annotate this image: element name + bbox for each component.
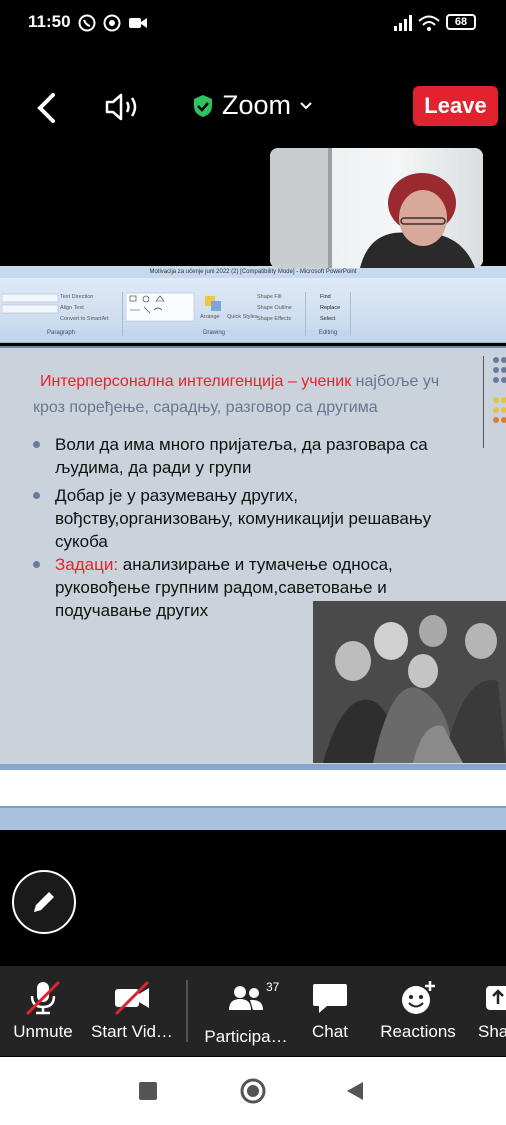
speaker-icon[interactable]	[104, 93, 140, 121]
ppt-status-bar	[0, 806, 506, 830]
android-nav-bar	[0, 1057, 506, 1125]
reactions-icon	[402, 981, 435, 1014]
ribbon-group-editing: Find Replace Select Editing	[306, 292, 351, 336]
quick-styles-label[interactable]: Quick Styles	[227, 314, 258, 320]
share-button[interactable]: Sha	[478, 966, 506, 1056]
unmute-label: Unmute	[13, 1022, 73, 1041]
unmute-button[interactable]: Unmute	[4, 966, 82, 1056]
meeting-title[interactable]: Zoom	[192, 90, 313, 121]
back-triangle-icon[interactable]	[346, 1081, 364, 1101]
participants-count: 37	[266, 980, 280, 994]
slide-photo-children	[313, 601, 506, 763]
reactions-label: Reactions	[380, 1022, 456, 1041]
leave-button[interactable]: Leave	[413, 86, 498, 126]
slide-dot-pattern	[493, 357, 506, 423]
bullet-dot	[33, 561, 40, 568]
back-arrow-icon[interactable]	[34, 92, 58, 124]
slide-heading-line2: кроз поређење, сарадњу, разговор са друг…	[33, 399, 378, 416]
participant-video-thumbnail[interactable]	[270, 148, 483, 268]
participant-video-frame	[270, 148, 475, 268]
share-screen-icon	[486, 986, 506, 1010]
children-group-photo	[313, 601, 506, 763]
bullet-2-line-1: Добар је у разумевању других,	[55, 486, 299, 505]
chat-label: Chat	[312, 1022, 348, 1041]
bullet-3-line-2: руковођење групним радом,саветовање и	[55, 578, 387, 597]
muted-mic-icon	[25, 980, 61, 1016]
shape-fill-label[interactable]: Shape Fill	[257, 294, 281, 300]
arrange-label[interactable]: Arrange	[200, 314, 220, 320]
shield-check-icon	[194, 94, 212, 117]
ppt-ribbon: Text Direction Align Text Convert to Sma…	[0, 278, 506, 343]
align-text-label[interactable]: Align Text	[60, 305, 84, 311]
slide-heading: Интерперсонална интелигенција – ученик н…	[40, 373, 439, 391]
shapes-gallery-icon[interactable]	[126, 292, 198, 322]
recents-square-icon[interactable]	[139, 1082, 157, 1100]
participants-label: Participa…	[204, 1027, 288, 1046]
video-off-icon	[114, 980, 150, 1016]
bullet-1-line-2: људима, да ради у групи	[55, 458, 252, 477]
bullet-1-line-1: Воли да има много пријатеља, да разговар…	[55, 435, 428, 454]
chrome-icon	[103, 14, 121, 32]
text-direction-label[interactable]: Text Direction	[60, 294, 93, 300]
wifi-icon	[418, 15, 440, 31]
share-label: Sha	[478, 1022, 506, 1041]
paragraph-group-label: Paragraph	[0, 330, 122, 336]
bullet-dot	[33, 492, 40, 499]
viber-icon	[78, 14, 96, 32]
toolbar-separator	[186, 980, 188, 1042]
replace-label[interactable]: Replace	[320, 305, 340, 311]
chat-icon	[313, 984, 347, 1013]
editing-group-label: Editing	[306, 330, 350, 336]
battery-icon: 68	[446, 14, 476, 30]
ribbon-group-drawing: Arrange Quick Styles Shape Fill Shape Ou…	[123, 292, 306, 336]
home-circle-icon[interactable]	[240, 1078, 266, 1104]
convert-smartart-label[interactable]: Convert to SmartArt	[60, 316, 109, 322]
annotate-button[interactable]	[12, 870, 76, 934]
reactions-button[interactable]: Reactions	[374, 966, 462, 1056]
status-time: 11:50	[28, 12, 71, 31]
start-video-label: Start Vid…	[91, 1022, 173, 1041]
bullet-2-line-2: вођству,организовању, комуникацији решав…	[55, 509, 432, 528]
participants-icon	[229, 986, 263, 1010]
shape-effects-label[interactable]: Shape Effects	[257, 316, 291, 322]
signal-icon	[394, 15, 412, 31]
drawing-group-label: Drawing	[123, 330, 305, 336]
paragraph-tools-icon	[2, 293, 59, 314]
ribbon-group-paragraph: Text Direction Align Text Convert to Sma…	[0, 292, 123, 336]
start-video-button[interactable]: Start Vid…	[86, 966, 178, 1056]
bullet-3-label: Задаци:	[55, 555, 119, 574]
find-label[interactable]: Find	[320, 294, 331, 300]
video-camera-icon	[129, 18, 147, 28]
slide-divider	[483, 356, 484, 448]
pencil-icon	[34, 892, 54, 912]
arrange-icon[interactable]	[203, 294, 225, 314]
bullet-3-line-3: подучавање других	[55, 601, 209, 620]
notes-area	[0, 770, 506, 806]
status-bar: 11:50 68	[0, 0, 506, 48]
slide-heading-red: Интерперсонална интелигенција – ученик	[40, 373, 352, 390]
bullet-2-line-3: сукоба	[55, 532, 108, 551]
participants-button[interactable]: 37 Participa…	[200, 966, 292, 1056]
select-label[interactable]: Select	[320, 316, 335, 322]
slide-heading-rest: најбоље уч	[351, 373, 440, 390]
chevron-down-icon	[300, 101, 312, 109]
bullet-3-line-1: анализирање и тумачење односа,	[118, 555, 393, 574]
chat-button[interactable]: Chat	[300, 966, 360, 1056]
bullet-dot	[33, 441, 40, 448]
zoom-title-text: Zoom	[222, 90, 292, 120]
meeting-toolbar: Unmute Start Vid… 37 Participa… Chat Rea…	[0, 966, 506, 1056]
shape-outline-label[interactable]: Shape Outline	[257, 305, 292, 311]
